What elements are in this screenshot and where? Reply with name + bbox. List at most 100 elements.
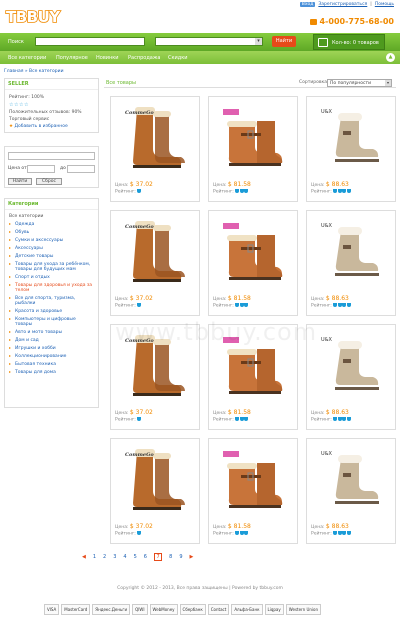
diamond-icon — [239, 417, 244, 421]
nav-item[interactable]: Распродажа — [128, 55, 160, 61]
category-item[interactable]: Компьютеры и цифровые товары — [5, 315, 98, 328]
payment-logo: VISA — [44, 604, 60, 615]
payment-logo: Western Union — [285, 604, 321, 615]
footer-copyright: Copyright © 2012 - 2013, Все права защищ… — [117, 586, 283, 591]
find-button[interactable]: Найти — [272, 36, 296, 47]
category-item[interactable]: Аксессуары — [5, 244, 98, 252]
breadcrumb[interactable]: Главная » Все категории — [4, 69, 64, 74]
register-link[interactable]: Зарегистрироваться — [318, 2, 367, 7]
product-price: Цена: $ 37.02 — [115, 295, 153, 302]
pagination: ◀ 1 2 3 4 5 6 7 8 9 ▶ — [82, 553, 193, 561]
next-page-icon[interactable]: ▶ — [190, 554, 194, 560]
category-item[interactable]: Товары для ухода за ребёнком, товары для… — [5, 260, 98, 273]
star-icon: ★ — [9, 124, 14, 129]
product-rating: Рейтинг: — [311, 303, 351, 309]
page-link[interactable]: 3 — [113, 554, 116, 560]
category-item[interactable]: Игрушки и хобби — [5, 344, 98, 352]
category-item[interactable]: Коллекционирование — [5, 352, 98, 360]
page-link[interactable]: 2 — [103, 554, 106, 560]
diamond-icon — [235, 417, 240, 421]
diamond-icon — [137, 417, 142, 421]
product-rating: Рейтинг: — [115, 417, 142, 423]
product-card[interactable]: CommeGo Цена: $ 37.02 Рейтинг: — [110, 210, 200, 316]
brand-badge — [223, 223, 239, 229]
price-to-input[interactable] — [67, 165, 95, 173]
filter-reset-button[interactable]: Сброс — [36, 178, 62, 185]
category-item[interactable]: Товары для дома — [5, 368, 98, 376]
product-card[interactable]: CommeGo Цена: $ 37.02 Рейтинг: — [110, 438, 200, 544]
page-link[interactable]: 9 — [179, 554, 182, 560]
nav-item[interactable]: Скидки — [168, 55, 188, 61]
payment-logo: QIWI — [132, 604, 148, 615]
favorite-link[interactable]: ★ Добавить в избранное — [5, 123, 98, 130]
nav-item[interactable]: Все категории — [8, 55, 46, 61]
seller-heading: SELLER — [5, 79, 98, 90]
category-item[interactable]: Авто и мото товары — [5, 328, 98, 336]
category-item[interactable]: Сумки и аксессуары — [5, 236, 98, 244]
price-from-label: Цена от — [8, 166, 27, 171]
diamond-icon — [137, 189, 142, 193]
payment-logo: Liqpay — [264, 604, 284, 615]
diamond-icon — [337, 417, 342, 421]
diamond-icon — [239, 303, 244, 307]
payment-logo: Альфа-Банк — [231, 604, 263, 615]
products-header: Все товары Сортировка: По популярности ▾ — [104, 78, 396, 88]
login-button[interactable]: Вход — [299, 2, 316, 7]
payment-logo: WebMoney — [149, 604, 178, 615]
page-link[interactable]: 1 — [93, 554, 96, 560]
filter-keyword-input[interactable] — [8, 152, 95, 160]
page-link[interactable]: 6 — [144, 554, 147, 560]
product-rating: Рейтинг: — [213, 303, 249, 309]
sort-select[interactable]: По популярности ▾ — [327, 79, 392, 87]
product-card[interactable]: CommeGo Цена: $ 37.02 Рейтинг: — [110, 96, 200, 202]
product-card[interactable]: U&X Цена: $ 88.63 Рейтинг: — [306, 324, 396, 430]
page-link[interactable]: 8 — [169, 554, 172, 560]
product-card[interactable]: U&X Цена: $ 88.63 Рейтинг: — [306, 96, 396, 202]
category-item[interactable]: Одежда — [5, 220, 98, 228]
category-item[interactable]: Спорт и отдых — [5, 273, 98, 281]
phone-text: 4-000-775-68-00 — [319, 17, 394, 26]
brand-label: U&X — [321, 337, 332, 343]
diamond-icon — [342, 189, 347, 193]
product-card[interactable]: U&X Цена: $ 88.63 Рейтинг: — [306, 438, 396, 544]
category-item[interactable]: Дом и сад — [5, 336, 98, 344]
seller-service: Торговый сервис — [9, 117, 50, 122]
product-card[interactable]: Цена: $ 81.58 Рейтинг: — [208, 96, 298, 202]
price-from-input[interactable] — [27, 165, 55, 173]
filter-find-button[interactable]: Найти — [8, 178, 32, 185]
category-item[interactable]: Товары для здоровья и ухода за телом — [5, 281, 98, 294]
diamond-icon — [337, 189, 342, 193]
category-item[interactable]: Бытовая техника — [5, 360, 98, 368]
site-logo[interactable]: TBBUY — [5, 7, 61, 27]
page-link[interactable]: 5 — [134, 554, 137, 560]
diamond-icon — [346, 189, 351, 193]
page-link[interactable]: 4 — [123, 554, 126, 560]
product-rating: Рейтинг: — [115, 303, 142, 309]
page-link[interactable]: 7 — [153, 553, 163, 561]
nav-item[interactable]: Популярное — [56, 55, 88, 61]
search-input[interactable] — [35, 37, 145, 46]
category-item[interactable]: Детские товары — [5, 252, 98, 260]
product-card[interactable]: Цена: $ 81.58 Рейтинг: — [208, 210, 298, 316]
prev-page-icon[interactable]: ◀ — [82, 554, 86, 560]
nav-item[interactable]: Новинки — [96, 55, 119, 61]
help-link[interactable]: Помощь — [375, 2, 394, 7]
diamond-icon — [342, 303, 347, 307]
product-price: Цена: $ 88.63 — [311, 181, 349, 188]
product-price: Цена: $ 81.58 — [213, 181, 251, 188]
phone-icon — [310, 18, 318, 25]
diamond-icon — [244, 417, 249, 421]
diamond-icon — [342, 531, 347, 535]
category-item[interactable]: Обувь — [5, 228, 98, 236]
payment-logo: Яндекс.Деньги — [92, 604, 131, 615]
arrow-up-icon[interactable]: ▲ — [386, 53, 395, 62]
brand-label: U&X — [321, 223, 332, 229]
product-card[interactable]: U&X Цена: $ 88.63 Рейтинг: — [306, 210, 396, 316]
category-select[interactable]: ▾ — [155, 37, 263, 46]
category-item[interactable]: Все для спорта, туризма, рыбалки — [5, 294, 98, 307]
cart-button[interactable]: Кол-во: 0 товаров — [313, 34, 385, 50]
all-categories[interactable]: Все категории — [5, 213, 98, 220]
category-item[interactable]: Красота и здоровье — [5, 307, 98, 315]
diamond-icon — [342, 417, 347, 421]
product-card[interactable]: Цена: $ 81.58 Рейтинг: — [208, 438, 298, 544]
